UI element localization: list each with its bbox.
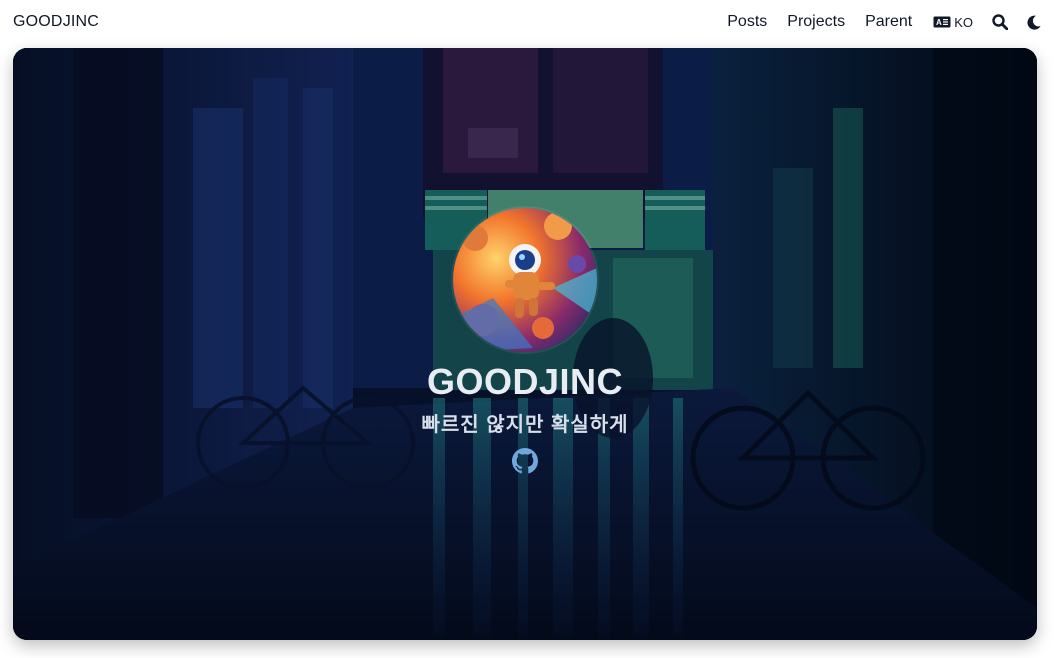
github-link[interactable]: [512, 448, 538, 474]
language-label: KO: [954, 14, 973, 30]
site-brand[interactable]: GOODJINC: [13, 13, 99, 31]
search-button[interactable]: [992, 14, 1008, 30]
svg-text:A: A: [936, 18, 942, 27]
nav-link-projects[interactable]: Projects: [787, 13, 845, 31]
hero-banner: GOODJINC 빠르진 않지만 확실하게: [13, 48, 1037, 640]
search-icon: [992, 14, 1008, 30]
nav-menu: Posts Projects Parent A KO: [707, 13, 1041, 31]
github-icon: [512, 448, 538, 474]
hero-subtitle: 빠르진 않지만 확실하게: [421, 414, 629, 436]
avatar: [453, 208, 597, 352]
nav-link-parent[interactable]: Parent: [865, 13, 912, 31]
top-navbar: GOODJINC Posts Projects Parent A KO: [0, 0, 1054, 44]
language-icon: A: [933, 16, 951, 28]
moon-icon: [1027, 15, 1041, 30]
theme-toggle-button[interactable]: [1027, 15, 1041, 30]
hero-title: GOODJINC: [426, 361, 624, 402]
astronaut-avatar-image: [453, 208, 597, 352]
language-switcher[interactable]: A KO: [933, 15, 973, 30]
nav-link-posts[interactable]: Posts: [727, 13, 767, 31]
